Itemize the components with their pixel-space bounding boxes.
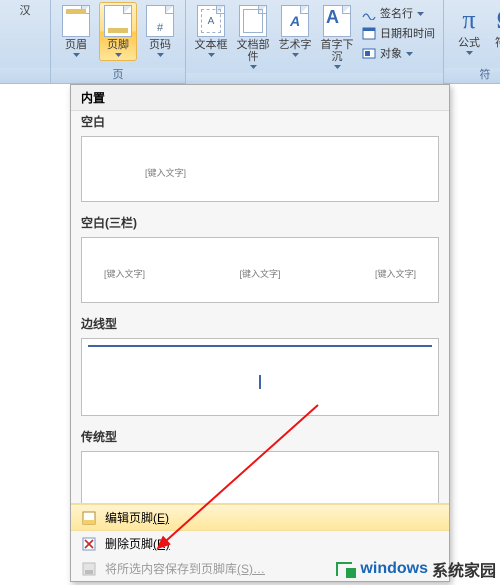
ribbon: 汉 页眉 页脚 页码 页 [0, 0, 500, 84]
gallery-header: 内置 [71, 85, 449, 111]
ribbon-group-header-footer: 页眉 页脚 页码 页 [51, 0, 186, 83]
equation-button-label: 公式 [458, 37, 480, 49]
quick-parts-icon [239, 5, 267, 37]
textbox-button[interactable]: 文本框 [192, 2, 230, 61]
chevron-down-icon [291, 53, 300, 58]
save-selection-label: 将所选内容保存到页脚库(S)… [105, 560, 265, 577]
placeholder-text: [键入文字] [373, 266, 418, 281]
calendar-icon [362, 26, 376, 40]
date-time-button[interactable]: 日期和时间 [360, 24, 437, 42]
ribbon-group-header-footer-label: 页 [51, 68, 185, 83]
gallery-item-trad[interactable]: 1 [81, 451, 439, 503]
gallery-item-blank[interactable]: [键入文字] [81, 136, 439, 202]
border-line-icon [88, 345, 432, 347]
object-icon [362, 46, 376, 60]
page-number-button[interactable]: 页码 [141, 2, 179, 61]
chevron-down-icon [406, 47, 413, 59]
watermark-text-black: 系统家园 [432, 557, 496, 581]
signature-icon [362, 6, 376, 20]
header-button-label: 页眉 [65, 39, 87, 51]
gallery-item-border[interactable] [81, 338, 439, 416]
ribbon-group-symbols: π 公式 Ω 符号 符 [444, 0, 500, 83]
omega-icon: Ω [496, 5, 500, 35]
chevron-down-icon [333, 65, 342, 70]
ribbon-group-left-fragment: 汉 [0, 0, 51, 83]
header-button[interactable]: 页眉 [57, 2, 95, 61]
remove-icon [81, 536, 97, 552]
chevron-down-icon [465, 51, 474, 56]
chevron-down-icon [72, 53, 81, 58]
wordart-icon: A [281, 5, 309, 37]
gallery-section-trad: 传统型 [71, 426, 449, 447]
placeholder-text: [键入文字] [143, 165, 188, 180]
gallery-item-three[interactable]: [键入文字] [键入文字] [键入文字] [81, 237, 439, 303]
ribbon-group-symbols-label: 符 [444, 68, 500, 83]
remove-footer-command[interactable]: 删除页脚(R) [71, 531, 449, 556]
object-label: 对象 [380, 45, 402, 61]
ribbon-mini-list: 签名行 日期和时间 对象 [360, 2, 437, 62]
watermark-text-blue: windows [360, 560, 428, 578]
page-footer-icon [104, 5, 132, 37]
quick-parts-button[interactable]: 文档部件 [234, 2, 272, 73]
cursor-icon [259, 375, 261, 389]
ribbon-group-fragment-label [0, 68, 50, 83]
save-icon [81, 561, 97, 577]
object-button[interactable]: 对象 [360, 44, 437, 62]
gallery-section-three: 空白(三栏) [71, 212, 449, 233]
gallery-scroll-area[interactable]: 空白 [键入文字] 空白(三栏) [键入文字] [键入文字] [键入文字] 边线… [71, 111, 449, 503]
ribbon-fragment-button[interactable]: 汉 [6, 2, 44, 20]
watermark: windows系统家园 [336, 557, 496, 581]
footer-button-label: 页脚 [107, 39, 129, 51]
footer-gallery-dropdown: 内置 空白 [键入文字] 空白(三栏) [键入文字] [键入文字] [键入文字]… [70, 84, 450, 582]
pi-icon: π [462, 5, 475, 35]
dropcap-button[interactable]: 首字下沉 [318, 2, 356, 73]
edit-footer-label: 编辑页脚(E) [105, 509, 169, 526]
ribbon-group-text: 文本框 文档部件 A 艺术字 首字下沉 签名行 [186, 0, 444, 83]
edit-icon [81, 510, 97, 526]
wordart-button[interactable]: A 艺术字 [276, 2, 314, 61]
chevron-down-icon [114, 53, 123, 58]
placeholder-text: [键入文字] [102, 266, 147, 281]
symbol-button[interactable]: Ω 符号 [492, 2, 500, 52]
page-number-button-label: 页码 [149, 39, 171, 51]
placeholder-text: [键入文字] [237, 266, 282, 281]
symbol-button-label: 符号 [495, 37, 500, 49]
gallery-section-blank: 空白 [71, 111, 449, 132]
signature-line-label: 签名行 [380, 5, 413, 21]
remove-footer-label: 删除页脚(R) [105, 535, 170, 552]
page-header-icon [62, 5, 90, 37]
date-time-label: 日期和时间 [380, 25, 435, 41]
wordart-button-label: 艺术字 [279, 39, 312, 51]
gallery-section-border: 边线型 [71, 313, 449, 334]
quick-parts-button-label: 文档部件 [235, 39, 271, 63]
page-number-icon [146, 5, 174, 37]
chevron-down-icon [249, 65, 258, 70]
edit-footer-command[interactable]: 编辑页脚(E) [71, 504, 449, 531]
dropcap-icon [323, 5, 351, 37]
footer-button[interactable]: 页脚 [99, 2, 137, 61]
textbox-button-label: 文本框 [195, 39, 228, 51]
dropcap-button-label: 首字下沉 [319, 39, 355, 63]
textbox-icon [197, 5, 225, 37]
watermark-logo-icon [336, 560, 356, 578]
equation-button[interactable]: π 公式 [450, 2, 488, 59]
chevron-down-icon [417, 7, 424, 19]
signature-line-button[interactable]: 签名行 [360, 4, 437, 22]
chevron-down-icon [156, 53, 165, 58]
ribbon-fragment-label: 汉 [20, 5, 31, 17]
chevron-down-icon [207, 53, 216, 58]
